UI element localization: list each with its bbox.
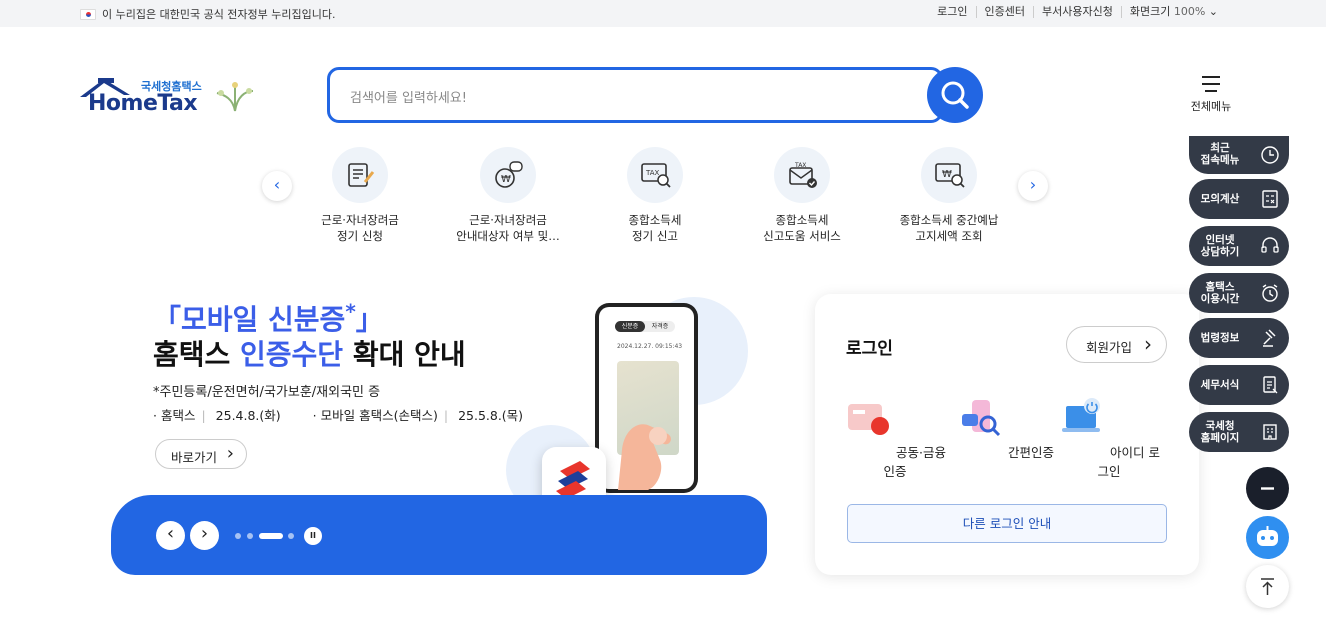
login-title: 로그인 [846,339,893,359]
tax-envelope-icon: TAX [789,162,817,188]
other-login-guide-button[interactable]: 다른 로그인 안내 [847,504,1167,543]
scroll-top-button[interactable] [1246,565,1289,608]
top-login-link[interactable]: 로그인 [929,6,975,18]
quick-item-incentive-eligibility[interactable]: ₩ 근로·자녀장려금 안내대상자 여부 및… [433,147,583,244]
arrow-up-icon [1261,578,1274,595]
collapse-side-menu-button[interactable] [1246,467,1289,510]
document-pen-icon [348,163,375,187]
phone-search-icon [962,400,1001,437]
chatbot-button[interactable] [1246,516,1289,559]
clock-icon [1261,146,1279,164]
plant-decoration-icon [216,82,254,112]
hamburger-icon [1202,76,1220,92]
search-input[interactable]: 검색어를 입력하세요! [327,67,943,123]
won-monitor-search-icon: ₩ [935,163,965,188]
cert-center-link[interactable]: 인증센터 [975,6,1033,18]
banner-schedule: · 홈택스 | 25.4.8.(화) · 모바일 홈택스(손택스) | 25.5.8.(… [153,408,524,423]
side-mock-calculation[interactable]: 모의계산 [1189,179,1289,219]
cert-login-option[interactable]: 공동·금융인증 [840,394,950,480]
quick-item-income-tax-help[interactable]: TAX 종합소득세 신고도움 서비스 [727,147,877,244]
simple-auth-option[interactable]: 간편인증 [950,394,1060,461]
korea-flag-icon [80,8,96,20]
gov-topbar: 이 누리집은 대한민국 공식 전자정부 누리집입니다. 로그인 인증센터 부서사… [0,0,1326,27]
banner-indicator[interactable] [247,533,253,539]
cert-card-icon [848,404,890,435]
id-login-option[interactable]: 아이디 로그인 [1054,394,1164,480]
hand-illustration [618,424,671,490]
tax-monitor-icon: TAX [641,163,671,188]
side-tax-forms[interactable]: 세무서식 [1189,365,1289,405]
svg-text:TAX: TAX [794,162,806,169]
banner-go-button[interactable]: 바로가기 [155,439,247,469]
banner-title-line1: 「모바일 신분증*」 [153,299,384,336]
banner-indicator[interactable] [288,533,294,539]
banner-prev-button[interactable]: ‹ [156,521,185,550]
robot-icon [1257,526,1278,546]
calculator-icon [1262,190,1278,208]
banner-pause-button[interactable]: II [304,527,322,545]
money-bag-chat-icon: ₩ [495,161,523,188]
gov-notice: 이 누리집은 대한민국 공식 전자정부 누리집입니다. [80,6,336,22]
side-online-consult[interactable]: 인터넷 상담하기 [1189,226,1289,266]
login-panel: 로그인 회원가입 공동·금융인증 간편인증 아이디 로그인 다른 로그인 안내 [815,294,1199,575]
building-icon [1263,424,1277,440]
side-law-info[interactable]: 법령정보 [1189,318,1289,358]
banner-next-button[interactable]: › [190,521,219,550]
zoom-control[interactable]: 화면크기 100% ⌄ [1120,6,1226,18]
svg-text:TAX: TAX [645,169,660,177]
form-document-icon [1263,376,1278,394]
logo-wordmark: HomeTax [88,91,198,116]
banner-indicator-active[interactable] [259,533,283,539]
quick-item-income-tax-file[interactable]: TAX 종합소득세 정기 신고 [580,147,730,244]
banner-title-line2: 홈택스 인증수단 확대 안내 [153,338,466,371]
alarm-clock-icon [1262,284,1278,302]
quick-item-incentive-apply[interactable]: 근로·자녀장려금 정기 신청 [285,147,435,244]
search-icon [941,81,969,109]
banner-note: *주민등록/운전면허/국가보훈/재외국민 증 [153,385,381,400]
search-button[interactable] [927,67,983,123]
side-recent-menu[interactable]: 최근 접속메뉴 [1189,136,1289,174]
gavel-icon [1263,329,1276,347]
headset-icon [1261,237,1279,253]
side-service-hours[interactable]: 홈택스 이용시간 [1189,273,1289,313]
minus-icon [1261,487,1274,490]
all-menu-button[interactable]: 전체메뉴 [1188,76,1234,114]
join-button[interactable]: 회원가입 [1066,326,1167,363]
svg-text:₩: ₩ [501,174,511,185]
quick-item-interim-tax-lookup[interactable]: ₩ 종합소득세 중간예납 고지세액 조회 [874,147,1024,244]
side-nts-homepage[interactable]: 국세청 홈페이지 [1189,412,1289,452]
banner-indicator[interactable] [235,533,241,539]
svg-text:₩: ₩ [942,169,952,180]
hometax-logo[interactable]: 국세청홈택스 HomeTax [78,75,258,120]
top-utility-links: 로그인 인증센터 부서사용자신청 화면크기 100% ⌄ [929,6,1226,18]
laptop-power-icon [1062,398,1101,432]
dept-user-link[interactable]: 부서사용자신청 [1033,6,1121,18]
